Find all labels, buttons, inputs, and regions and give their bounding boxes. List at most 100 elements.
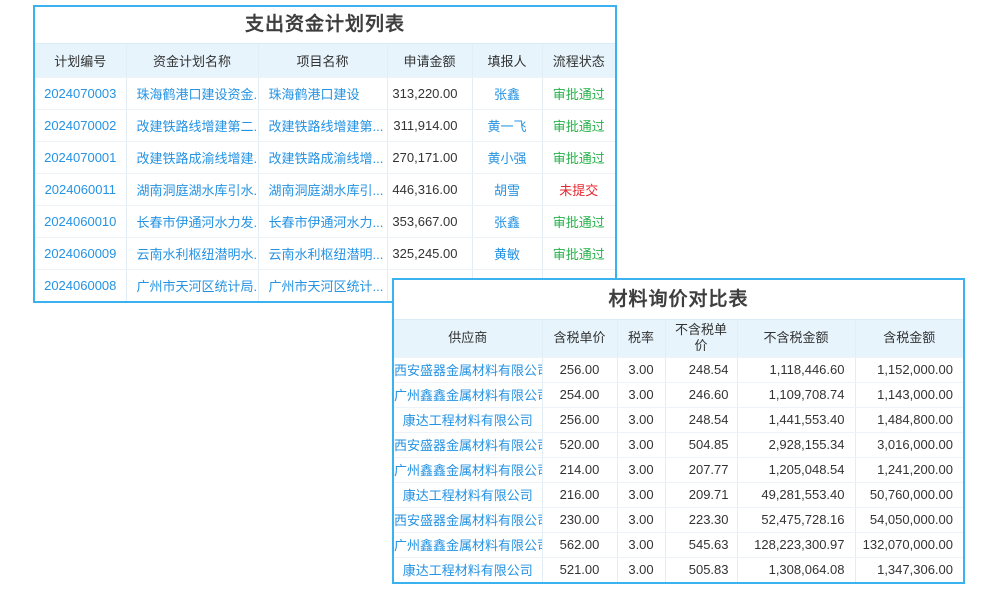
net-unit-price-cell: 223.30 bbox=[665, 507, 737, 532]
unit-price-cell: 230.00 bbox=[542, 507, 617, 532]
plan-table-title: 支出资金计划列表 bbox=[35, 7, 615, 44]
plan-name-link[interactable]: 改建铁路成渝线增建... bbox=[137, 151, 259, 166]
net-unit-price-cell: 505.83 bbox=[665, 557, 737, 582]
quote-table-row[interactable]: 康达工程材料有限公司 256.00 3.00 248.54 1,441,553.… bbox=[394, 407, 963, 432]
tax-rate-cell: 3.00 bbox=[617, 432, 665, 457]
supplier-link[interactable]: 康达工程材料有限公司 bbox=[403, 563, 533, 578]
plan-id-link[interactable]: 2024060009 bbox=[44, 246, 116, 261]
reporter-link[interactable]: 黄小强 bbox=[487, 151, 526, 166]
project-name-link[interactable]: 长春市伊通河水力... bbox=[269, 215, 384, 230]
reporter-link[interactable]: 张鑫 bbox=[494, 87, 520, 102]
tax-rate-cell: 3.00 bbox=[617, 482, 665, 507]
gross-amount-cell: 1,241,200.00 bbox=[855, 457, 963, 482]
plan-header-project: 项目名称 bbox=[258, 44, 387, 77]
quote-table-row[interactable]: 广州鑫鑫金属材料有限公司 562.00 3.00 545.63 128,223,… bbox=[394, 532, 963, 557]
net-amount-cell: 2,928,155.34 bbox=[737, 432, 855, 457]
net-unit-price-cell: 545.63 bbox=[665, 532, 737, 557]
amount-cell: 353,667.00 bbox=[387, 205, 472, 237]
tax-rate-cell: 3.00 bbox=[617, 557, 665, 582]
tax-rate-cell: 3.00 bbox=[617, 407, 665, 432]
quote-header-gross-amount: 含税金额 bbox=[855, 320, 963, 357]
net-amount-cell: 52,475,728.16 bbox=[737, 507, 855, 532]
plan-name-link[interactable]: 长春市伊通河水力发... bbox=[137, 215, 259, 230]
quote-header-supplier: 供应商 bbox=[394, 320, 542, 357]
plan-name-link[interactable]: 云南水利枢纽潜明水... bbox=[137, 247, 259, 262]
amount-cell: 270,171.00 bbox=[387, 141, 472, 173]
plan-name-link[interactable]: 湖南洞庭湖水库引水... bbox=[137, 183, 259, 198]
net-unit-price-cell: 248.54 bbox=[665, 357, 737, 382]
plan-table: 计划编号 资金计划名称 项目名称 申请金额 填报人 流程状态 202407000… bbox=[35, 44, 615, 301]
net-unit-price-cell: 209.71 bbox=[665, 482, 737, 507]
supplier-link[interactable]: 康达工程材料有限公司 bbox=[403, 413, 533, 428]
supplier-link[interactable]: 广州鑫鑫金属材料有限公司 bbox=[394, 463, 542, 478]
project-name-link[interactable]: 珠海鹤港口建设 bbox=[269, 87, 360, 102]
net-unit-price-cell: 248.54 bbox=[665, 407, 737, 432]
supplier-link[interactable]: 广州鑫鑫金属材料有限公司 bbox=[394, 388, 542, 403]
supplier-link[interactable]: 西安盛器金属材料有限公司 bbox=[394, 438, 542, 453]
net-unit-price-cell: 246.60 bbox=[665, 382, 737, 407]
supplier-link[interactable]: 西安盛器金属材料有限公司 bbox=[394, 513, 542, 528]
plan-table-header-row: 计划编号 资金计划名称 项目名称 申请金额 填报人 流程状态 bbox=[35, 44, 615, 77]
plan-name-link[interactable]: 珠海鹤港口建设资金... bbox=[137, 87, 259, 102]
plan-id-link[interactable]: 2024070001 bbox=[44, 150, 116, 165]
project-name-link[interactable]: 云南水利枢纽潜明... bbox=[269, 247, 384, 262]
quote-header-unit-price: 含税单价 bbox=[542, 320, 617, 357]
quote-table-row[interactable]: 西安盛器金属材料有限公司 520.00 3.00 504.85 2,928,15… bbox=[394, 432, 963, 457]
amount-cell: 325,245.00 bbox=[387, 237, 472, 269]
quote-table-title: 材料询价对比表 bbox=[394, 280, 963, 320]
quote-table-row[interactable]: 康达工程材料有限公司 216.00 3.00 209.71 49,281,553… bbox=[394, 482, 963, 507]
plan-table-row[interactable]: 2024070001 改建铁路成渝线增建... 改建铁路成渝线增... 270,… bbox=[35, 141, 615, 173]
net-amount-cell: 128,223,300.97 bbox=[737, 532, 855, 557]
plan-table-row[interactable]: 2024060009 云南水利枢纽潜明水... 云南水利枢纽潜明... 325,… bbox=[35, 237, 615, 269]
reporter-link[interactable]: 胡雪 bbox=[494, 183, 520, 198]
tax-rate-cell: 3.00 bbox=[617, 382, 665, 407]
unit-price-cell: 256.00 bbox=[542, 357, 617, 382]
gross-amount-cell: 132,070,000.00 bbox=[855, 532, 963, 557]
plan-id-link[interactable]: 2024060008 bbox=[44, 278, 116, 293]
project-name-link[interactable]: 改建铁路线增建第... bbox=[269, 119, 384, 134]
tax-rate-cell: 3.00 bbox=[617, 357, 665, 382]
quote-table-row[interactable]: 西安盛器金属材料有限公司 256.00 3.00 248.54 1,118,44… bbox=[394, 357, 963, 382]
project-name-link[interactable]: 改建铁路成渝线增... bbox=[269, 151, 384, 166]
plan-table-row[interactable]: 2024060010 长春市伊通河水力发... 长春市伊通河水力... 353,… bbox=[35, 205, 615, 237]
gross-amount-cell: 54,050,000.00 bbox=[855, 507, 963, 532]
supplier-link[interactable]: 广州鑫鑫金属材料有限公司 bbox=[394, 538, 542, 553]
project-name-link[interactable]: 广州市天河区统计... bbox=[269, 279, 384, 294]
tax-rate-cell: 3.00 bbox=[617, 507, 665, 532]
supplier-link[interactable]: 康达工程材料有限公司 bbox=[403, 488, 533, 503]
plan-table-row[interactable]: 2024070003 珠海鹤港口建设资金... 珠海鹤港口建设 313,220.… bbox=[35, 77, 615, 109]
supplier-link[interactable]: 西安盛器金属材料有限公司 bbox=[394, 363, 542, 378]
net-amount-cell: 1,308,064.08 bbox=[737, 557, 855, 582]
quote-table-panel: 材料询价对比表 供应商 含税单价 税率 不含税单价 不含税金额 含税金额 西安盛… bbox=[392, 278, 965, 584]
status-badge: 未提交 bbox=[542, 173, 615, 205]
reporter-link[interactable]: 黄敏 bbox=[494, 247, 520, 262]
unit-price-cell: 256.00 bbox=[542, 407, 617, 432]
plan-name-link[interactable]: 广州市天河区统计局... bbox=[137, 279, 259, 294]
unit-price-cell: 521.00 bbox=[542, 557, 617, 582]
net-amount-cell: 1,109,708.74 bbox=[737, 382, 855, 407]
quote-table-row[interactable]: 西安盛器金属材料有限公司 230.00 3.00 223.30 52,475,7… bbox=[394, 507, 963, 532]
reporter-link[interactable]: 黄一飞 bbox=[487, 119, 526, 134]
tax-rate-cell: 3.00 bbox=[617, 457, 665, 482]
plan-id-link[interactable]: 2024060011 bbox=[45, 182, 116, 197]
project-name-link[interactable]: 湖南洞庭湖水库引... bbox=[269, 183, 384, 198]
plan-table-panel: 支出资金计划列表 计划编号 资金计划名称 项目名称 申请金额 填报人 流程状态 … bbox=[33, 5, 617, 303]
reporter-link[interactable]: 张鑫 bbox=[494, 215, 520, 230]
status-badge: 审批通过 bbox=[542, 109, 615, 141]
plan-id-link[interactable]: 2024060010 bbox=[44, 214, 116, 229]
quote-table-row[interactable]: 康达工程材料有限公司 521.00 3.00 505.83 1,308,064.… bbox=[394, 557, 963, 582]
amount-cell: 311,914.00 bbox=[387, 109, 472, 141]
plan-id-link[interactable]: 2024070002 bbox=[44, 118, 116, 133]
status-badge: 审批通过 bbox=[542, 77, 615, 109]
plan-name-link[interactable]: 改建铁路线增建第二... bbox=[137, 119, 259, 134]
plan-table-row[interactable]: 2024060011 湖南洞庭湖水库引水... 湖南洞庭湖水库引... 446,… bbox=[35, 173, 615, 205]
status-badge: 审批通过 bbox=[542, 141, 615, 173]
quote-table-row[interactable]: 广州鑫鑫金属材料有限公司 254.00 3.00 246.60 1,109,70… bbox=[394, 382, 963, 407]
quote-table-row[interactable]: 广州鑫鑫金属材料有限公司 214.00 3.00 207.77 1,205,04… bbox=[394, 457, 963, 482]
gross-amount-cell: 1,143,000.00 bbox=[855, 382, 963, 407]
plan-table-row[interactable]: 2024070002 改建铁路线增建第二... 改建铁路线增建第... 311,… bbox=[35, 109, 615, 141]
amount-cell: 446,316.00 bbox=[387, 173, 472, 205]
status-badge: 审批通过 bbox=[542, 205, 615, 237]
quote-table-header-row: 供应商 含税单价 税率 不含税单价 不含税金额 含税金额 bbox=[394, 320, 963, 357]
plan-id-link[interactable]: 2024070003 bbox=[44, 86, 116, 101]
